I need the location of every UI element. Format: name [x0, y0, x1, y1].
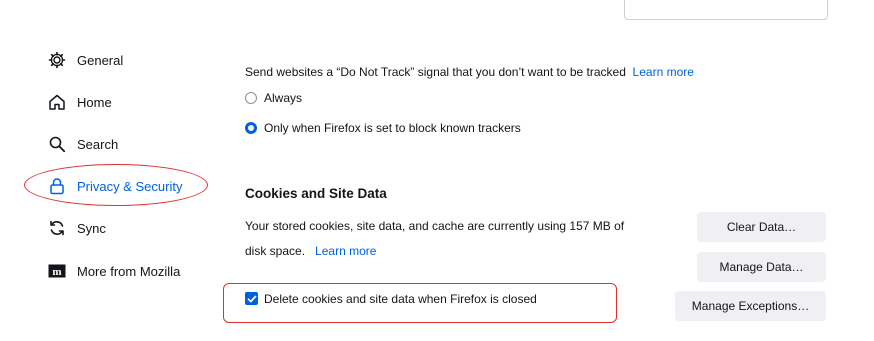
- sidebar-item-label: General: [77, 52, 124, 68]
- sidebar-item-search[interactable]: Search: [47, 132, 118, 156]
- mozilla-icon: m: [47, 261, 67, 281]
- sidebar-item-label: Search: [77, 136, 119, 152]
- clear-data-button[interactable]: Clear Data…: [697, 212, 826, 242]
- sidebar-item-home[interactable]: Home: [47, 90, 112, 114]
- checkmark-icon: [247, 295, 256, 302]
- radio-label-always[interactable]: Always: [264, 91, 302, 105]
- manage-exceptions-button[interactable]: Manage Exceptions…: [675, 291, 826, 321]
- dnt-learn-more-link[interactable]: Learn more: [633, 65, 694, 79]
- sidebar-item-privacy-security[interactable]: Privacy & Security: [47, 174, 182, 198]
- sidebar-item-label: More from Mozilla: [77, 263, 181, 279]
- dnt-text: Send websites a “Do Not Track” signal th…: [245, 65, 626, 79]
- manage-data-button[interactable]: Manage Data…: [697, 252, 826, 282]
- search-icon: [47, 134, 67, 154]
- gear-icon: [47, 50, 67, 70]
- cookies-learn-more-link[interactable]: Learn more: [315, 244, 376, 258]
- sidebar-item-sync[interactable]: Sync: [47, 216, 106, 240]
- radio-label-only-when-blocking[interactable]: Only when Firefox is set to block known …: [264, 121, 521, 135]
- sidebar-item-label: Sync: [77, 220, 106, 236]
- sidebar-item-more-from-mozilla[interactable]: m More from Mozilla: [47, 259, 180, 283]
- find-in-settings-input[interactable]: [624, 0, 828, 20]
- delete-on-close-checkbox[interactable]: [245, 292, 258, 305]
- sidebar-item-label: Privacy & Security: [77, 178, 183, 194]
- radio-only-when-blocking[interactable]: [245, 122, 257, 134]
- cookies-description-line2: disk space. Learn more: [245, 244, 376, 258]
- cookies-heading: Cookies and Site Data: [245, 186, 387, 201]
- cookies-disk-space-text: disk space.: [245, 244, 306, 258]
- radio-always[interactable]: [245, 92, 257, 104]
- sync-icon: [47, 218, 67, 238]
- sidebar-item-label: Home: [77, 94, 112, 110]
- sidebar-item-general[interactable]: General: [47, 48, 123, 72]
- dnt-description: Send websites a “Do Not Track” signal th…: [245, 65, 694, 79]
- svg-text:m: m: [52, 266, 61, 278]
- delete-on-close-label[interactable]: Delete cookies and site data when Firefo…: [264, 292, 537, 306]
- lock-icon: [47, 176, 67, 196]
- cookies-description-line1: Your stored cookies, site data, and cach…: [245, 219, 625, 233]
- home-icon: [47, 92, 67, 112]
